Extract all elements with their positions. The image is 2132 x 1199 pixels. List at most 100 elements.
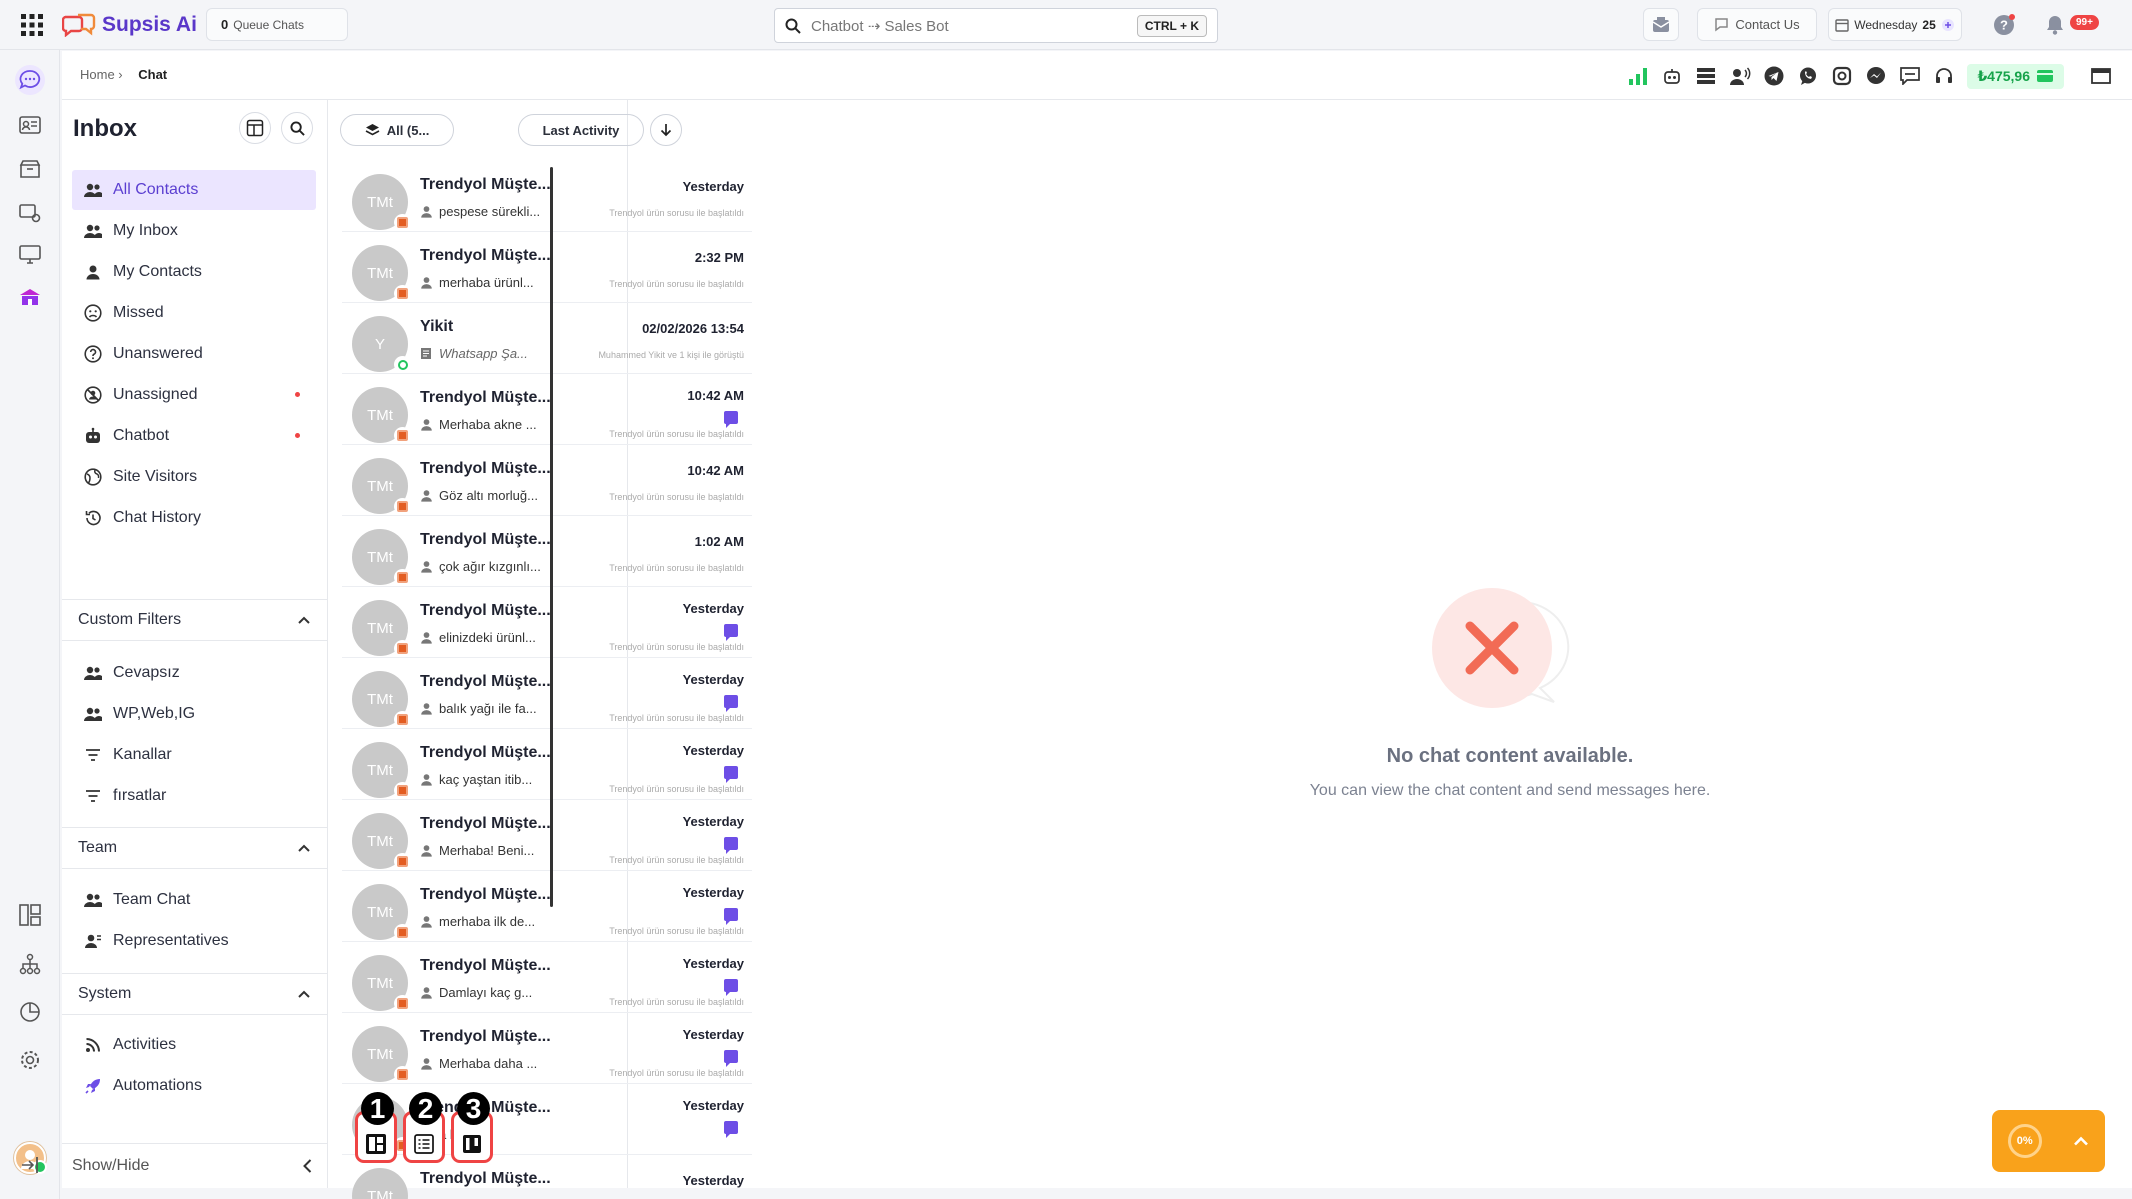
rail-archive-button[interactable] [15,154,45,184]
search-placeholder: Chatbot ⇢ Sales Bot [811,17,949,35]
nav-item-team-chat[interactable]: Team Chat [72,880,316,920]
last-activity-time: Yesterday [682,1098,744,1113]
rail-chat-button[interactable] [15,65,45,95]
nav-item-wp-web-ig[interactable]: WP,Web,IG [72,694,316,734]
rail-settings-screen-button[interactable] [15,198,45,228]
view-toggle-1[interactable]: 1 [355,1092,397,1163]
contact-name: Trendyol Müşte... [420,389,551,406]
view-toggle-number: 3 [457,1092,490,1125]
chat-list-item[interactable]: TMt Trendyol Müşte... 2:32 PM merhaba ürünl… [342,233,752,303]
chat-origin-note: Trendyol ürün sorusu ile başlatıldı [609,208,744,218]
rail-logout-button[interactable] [15,1150,45,1180]
view-toggle-2[interactable]: 2 [403,1092,445,1163]
layout-icon [19,904,41,926]
nav-item-my-contacts[interactable]: My Contacts [72,252,316,292]
nav-item-my-inbox[interactable]: My Inbox [72,211,316,251]
chat-list-item[interactable]: TMt Trendyol Müşte... Yesterday Merhaba dah… [342,1014,752,1084]
trendyol-channel-icon [394,853,411,870]
contact-name: Trendyol Müşte... [420,602,551,619]
rail-store-button[interactable] [15,282,45,312]
chat-list-item[interactable]: TMt Trendyol Müşte... Yesterday merhaba ilk… [342,872,752,942]
trendyol-channel-icon [394,711,411,728]
users-voice-icon[interactable] [1729,65,1751,87]
chat-list-item[interactable]: TMt Trendyol Müşte... Yesterday Merhaba! Be… [342,801,752,871]
sms-icon[interactable] [1899,65,1921,87]
nav-item-automations[interactable]: Automations [72,1066,316,1106]
sort-direction-button[interactable] [650,114,682,146]
team-title: Team [78,839,118,856]
mail-button[interactable] [1643,8,1679,41]
contact-us-button[interactable]: Contact Us [1697,8,1817,41]
chat-list-item[interactable]: TMt Trendyol Müşte... Yesterday kaç yaştan … [342,730,752,800]
nav-item-fırsatlar[interactable]: fırsatlar [72,776,316,816]
chat-list-item[interactable]: TMt Trendyol Müşte... Yesterday [342,1156,752,1199]
robot-icon [82,425,104,447]
rail-monitor-button[interactable] [15,240,45,270]
system-header[interactable]: System [62,973,328,1015]
help-icon[interactable]: ? [1993,14,2015,36]
logo-bubbles-icon [62,13,96,37]
window-icon[interactable] [2090,65,2112,87]
chat-list-scrollbar[interactable] [550,167,553,907]
rail-hierarchy-button[interactable] [15,949,45,979]
team-header[interactable]: Team [62,827,328,869]
custom-filters-header[interactable]: Custom Filters [62,599,328,641]
rail-layout-button[interactable] [15,900,45,930]
global-search[interactable]: Chatbot ⇢ Sales Bot CTRL + K [774,8,1218,43]
signal-bars-icon[interactable] [1627,65,1649,87]
chat-list-item[interactable]: TMt Trendyol Müşte... Yesterday Damlayı kaç… [342,943,752,1013]
last-message-text: Merhaba! Beni... [439,843,535,858]
rail-contacts-button[interactable] [15,110,45,140]
nav-item-missed[interactable]: Missed [72,293,316,333]
chat-bubble-icon [1715,18,1729,32]
whatsapp-icon[interactable] [1797,65,1819,87]
bell-icon[interactable] [2046,15,2064,35]
history-icon [82,507,104,529]
nav-item-chatbot[interactable]: Chatbot [72,416,316,456]
nav-item-site-visitors[interactable]: Site Visitors [72,457,316,497]
layout-toggle-button[interactable] [239,112,271,144]
messenger-icon[interactable] [1865,65,1887,87]
wallet-balance[interactable]: ₺475,96 [1967,63,2064,89]
breadcrumb-home[interactable]: Home › [80,67,123,82]
sort-button[interactable]: Last Activity [518,114,644,146]
instagram-icon[interactable] [1831,65,1853,87]
app-logo[interactable]: Supsis Ai [62,12,197,38]
nav-item-label: Activities [113,1036,177,1053]
nav-item-unassigned[interactable]: Unassigned [72,375,316,415]
group-icon [82,220,104,242]
headset-icon[interactable] [1933,65,1955,87]
nav-item-all-contacts[interactable]: All Contacts [72,170,316,210]
nav-item-activities[interactable]: Activities [72,1025,316,1065]
nav-item-kanallar[interactable]: Kanallar [72,735,316,775]
chat-list-item[interactable]: TMt Trendyol Müşte... Yesterday elinizdeki … [342,588,752,658]
chat-origin-note: Trendyol ürün sorusu ile başlatıldı [609,429,744,439]
robot-icon[interactable] [1661,65,1683,87]
telegram-icon[interactable] [1763,65,1785,87]
nav-item-cevapsız[interactable]: Cevapsız [72,653,316,693]
nav-item-label: Site Visitors [113,468,198,485]
view-toggle-3[interactable]: 3 [451,1092,493,1163]
chat-list-item[interactable]: TMt Trendyol Müşte... 1:02 AM çok ağır kızg… [342,517,752,587]
list-stack-icon[interactable] [1695,65,1717,87]
show-hide-toggle[interactable]: Show/Hide [62,1143,328,1188]
chat-list-item[interactable]: Y Yikit 02/02/2026 13:54 Whatsapp Şa... Muha… [342,304,752,374]
nav-item-representatives[interactable]: Representatives [72,921,316,961]
apps-grid-icon[interactable] [21,14,43,36]
queue-chats-button[interactable]: 0 Queue Chats [206,8,348,41]
onboarding-progress-widget[interactable]: 0% [1992,1110,2105,1172]
nav-item-chat-history[interactable]: Chat History [72,498,316,538]
search-icon [785,18,801,34]
rail-reports-button[interactable] [15,997,45,1027]
rail-settings-button[interactable] [15,1045,45,1075]
filter-all-button[interactable]: All (5... [340,114,454,146]
chat-list-item[interactable]: TMt Trendyol Müşte... Yesterday pespese sür… [342,162,752,232]
kanban-view-icon [461,1133,483,1155]
show-hide-label: Show/Hide [72,1157,150,1174]
chat-list-item[interactable]: TMt Trendyol Müşte... 10:42 AM Göz altı mor… [342,446,752,516]
chat-list-item[interactable]: TMt Trendyol Müşte... 10:42 AM Merhaba akne… [342,375,752,445]
chat-list-item[interactable]: TMt Trendyol Müşte... Yesterday balık yağı … [342,659,752,729]
inbox-search-button[interactable] [281,112,313,144]
date-button[interactable]: Wednesday 25 [1828,8,1962,41]
nav-item-unanswered[interactable]: Unanswered [72,334,316,374]
